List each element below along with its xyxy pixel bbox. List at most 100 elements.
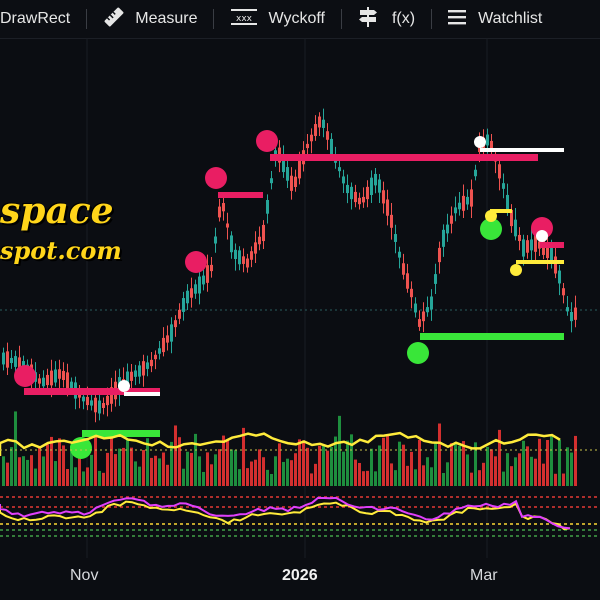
volume-bar	[442, 473, 445, 486]
volume-bar	[538, 438, 541, 486]
volume-bar	[294, 453, 297, 486]
candle-body	[502, 183, 505, 189]
drawrect-tool[interactable]: DrawRect	[0, 0, 70, 38]
volume-bar	[522, 440, 525, 486]
candle-body	[526, 240, 529, 253]
fx-tool[interactable]: f(x)	[358, 0, 415, 38]
volume-bar	[470, 472, 473, 486]
volume-bar	[346, 440, 349, 486]
volume-bar	[354, 459, 357, 486]
candle-body	[218, 206, 221, 218]
measure-tool[interactable]: Measure	[103, 0, 197, 38]
volume-bar	[434, 442, 437, 486]
level-line[interactable]	[420, 333, 564, 340]
white-marker[interactable]	[474, 136, 486, 148]
volume-bar	[50, 436, 53, 486]
price-chart[interactable]	[0, 38, 600, 558]
candle-body	[270, 178, 273, 184]
candle-body	[94, 397, 97, 413]
candle-body	[418, 319, 421, 327]
candle-body	[298, 160, 301, 179]
candle-body	[322, 119, 325, 128]
volume-bar	[438, 423, 441, 486]
candle-body	[326, 131, 329, 140]
candle-body	[202, 275, 205, 285]
volume-bar	[222, 435, 225, 486]
level-line[interactable]	[124, 392, 160, 396]
candle-body	[50, 370, 53, 386]
volume-bar	[366, 470, 369, 486]
candle-body	[190, 288, 193, 298]
volume-bar	[130, 447, 133, 486]
level-line[interactable]	[516, 260, 564, 264]
wyckoff-tool[interactable]: xxx Wyckoff	[230, 0, 325, 38]
level-line[interactable]	[270, 154, 538, 161]
volume-bar	[414, 469, 417, 486]
volume-bar	[498, 429, 501, 486]
candle-body	[306, 143, 309, 149]
volume-bar	[362, 471, 365, 486]
volume-bar	[30, 455, 33, 486]
level-line[interactable]	[480, 148, 564, 152]
candle-body	[430, 296, 433, 310]
volume-bar	[534, 458, 537, 486]
volume-bar	[66, 468, 69, 486]
volume-bar	[258, 449, 261, 486]
candle-body	[206, 265, 209, 283]
white-marker[interactable]	[536, 230, 548, 242]
candle-body	[150, 359, 153, 367]
volume-bar	[22, 456, 25, 486]
pink-marker[interactable]	[205, 167, 227, 189]
candle-body	[2, 352, 5, 365]
volume-bar	[318, 445, 321, 486]
toolbar-label-wyckoff: Wyckoff	[268, 10, 325, 27]
volume-bar	[10, 447, 13, 486]
volume-bar	[106, 452, 109, 486]
volume-bar	[506, 453, 509, 486]
candle-body	[310, 134, 313, 142]
volume-bar	[410, 451, 413, 486]
volume-bar	[374, 471, 377, 486]
volume-bar	[254, 459, 257, 486]
volume-bar	[370, 448, 373, 486]
white-marker[interactable]	[118, 380, 130, 392]
candle-body	[434, 274, 437, 284]
watchlist-tool[interactable]: Watchlist	[448, 0, 542, 38]
candle-body	[442, 229, 445, 247]
candle-body	[342, 176, 345, 184]
volume-bar	[422, 465, 425, 486]
x-tick-label: 2026	[282, 567, 318, 584]
volume-bar	[298, 439, 301, 486]
green-marker[interactable]	[407, 342, 429, 364]
candle-body	[238, 250, 241, 265]
candle-body	[422, 311, 425, 322]
volume-bar	[574, 435, 577, 486]
level-line[interactable]	[218, 192, 263, 198]
volume-bar	[310, 473, 313, 486]
volume-bar	[238, 469, 241, 486]
volume-bar	[382, 437, 385, 486]
candle-body	[250, 251, 253, 260]
yellow-marker[interactable]	[485, 210, 497, 222]
candle-body	[194, 284, 197, 294]
pink-marker[interactable]	[14, 365, 36, 387]
volume-bar	[402, 444, 405, 486]
pink-marker[interactable]	[185, 251, 207, 273]
toolbar-divider	[431, 9, 433, 29]
candle-body	[518, 234, 521, 242]
level-line[interactable]	[540, 242, 564, 248]
candle-body	[382, 190, 385, 204]
yellow-marker[interactable]	[510, 264, 522, 276]
candle-body	[506, 194, 509, 210]
candle-body	[498, 164, 501, 179]
pink-marker[interactable]	[256, 130, 278, 152]
candle-body	[210, 264, 213, 272]
volume-bar	[34, 468, 37, 486]
volume-bar	[246, 468, 249, 486]
volume-bar	[214, 454, 217, 486]
time-axis[interactable]: Nov 2026 Mar	[0, 558, 600, 600]
candle-body	[486, 134, 489, 146]
candle-body	[178, 309, 181, 319]
wyckoff-icon: xxx	[230, 7, 258, 32]
volume-bar	[102, 472, 105, 486]
